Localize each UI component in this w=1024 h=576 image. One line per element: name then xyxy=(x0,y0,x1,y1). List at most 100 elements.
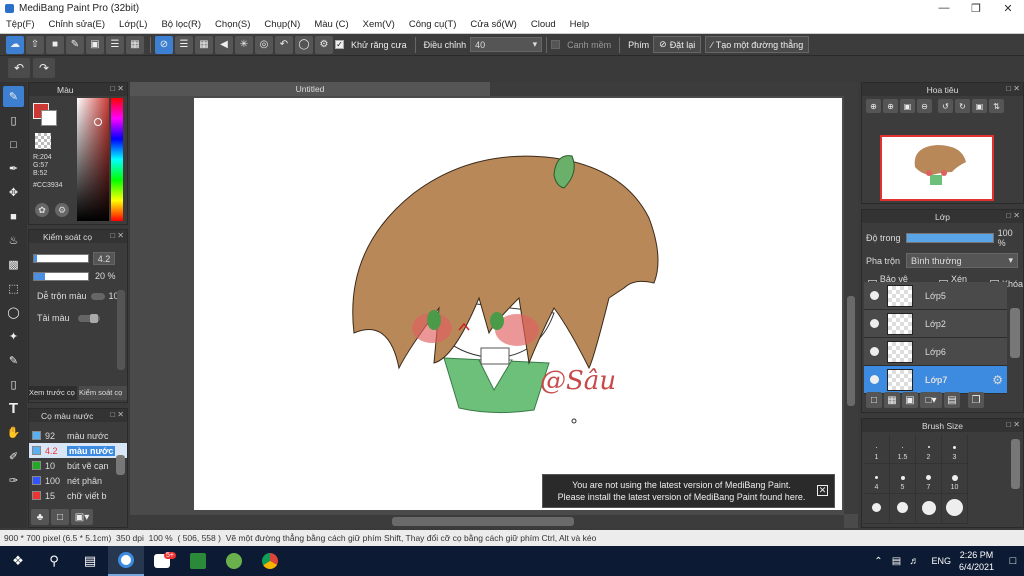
chevron-up-icon[interactable]: ⌃ xyxy=(869,546,887,576)
secondary-color-swatch[interactable] xyxy=(41,110,57,126)
color-saturation-picker[interactable] xyxy=(77,98,109,221)
network-icon[interactable]: ▤ xyxy=(887,546,905,576)
smooth-checkbox[interactable] xyxy=(551,40,561,49)
mix-slider[interactable] xyxy=(90,292,105,300)
menu-filter[interactable]: Bộ lọc(R) xyxy=(161,19,201,30)
language-indicator[interactable]: ENG xyxy=(931,556,951,566)
snap-settings-icon[interactable]: ⚙ xyxy=(315,35,333,54)
load-color-slider[interactable] xyxy=(77,313,100,323)
blend-select[interactable]: Bình thường ▾ xyxy=(906,253,1018,268)
navigator-preview[interactable] xyxy=(880,135,994,201)
menu-cloud[interactable]: Cloud xyxy=(531,19,556,30)
shape-tool-icon[interactable]: □ xyxy=(3,134,24,155)
save-icon[interactable]: ▣ xyxy=(86,35,104,54)
text-tool-icon[interactable]: T xyxy=(3,398,24,419)
brush-size-preset[interactable]: 1 xyxy=(864,434,890,464)
snap-grid-icon[interactable]: ▦ xyxy=(195,35,213,54)
fit-icon[interactable]: ▣ xyxy=(900,99,915,113)
gradient-tool-icon[interactable]: ▩ xyxy=(3,254,24,275)
medibang-app-icon[interactable] xyxy=(108,546,144,576)
drawing-canvas[interactable]: @Sâu xyxy=(194,98,842,510)
select-tool-icon[interactable]: ⬚ xyxy=(3,278,24,299)
grid-list-icon[interactable]: ▦ xyxy=(126,35,144,54)
brush-size-preset[interactable] xyxy=(916,494,942,524)
brush-menu-icon[interactable]: ▣▾ xyxy=(71,509,93,525)
brush-size-preset[interactable]: 2 xyxy=(916,434,942,464)
list-item[interactable]: 4.2 màu nước xyxy=(29,443,127,458)
list-item[interactable]: 15 chữ viết b xyxy=(29,488,127,503)
brush-size-preset[interactable]: 5 xyxy=(890,464,916,494)
eyedropper-tool-icon[interactable]: ✐ xyxy=(3,446,24,467)
menu-color[interactable]: Màu (C) xyxy=(314,19,348,30)
magic-wand-tool-icon[interactable]: ✦ xyxy=(3,326,24,347)
brush-size-preset[interactable] xyxy=(890,494,916,524)
brush-size-preset[interactable] xyxy=(942,494,968,524)
brush-size-preset[interactable]: 10 xyxy=(942,464,968,494)
update-notification[interactable]: You are not using the latest version of … xyxy=(542,474,835,508)
panel-controls-icon[interactable]: □ ✕ xyxy=(1006,84,1020,93)
menu-edit[interactable]: Chỉnh sửa(E) xyxy=(49,19,106,30)
folder-icon[interactable]: ▤ xyxy=(944,392,960,408)
fill-rect-tool-icon[interactable]: ■ xyxy=(3,206,24,227)
flip-icon[interactable]: ⇅ xyxy=(989,99,1004,113)
close-icon[interactable]: ✕ xyxy=(817,485,828,496)
duplicate-layer-icon[interactable]: ▣ xyxy=(902,392,918,408)
reset-view-icon[interactable]: ▣ xyxy=(972,99,987,113)
maximize-button[interactable]: ❐ xyxy=(960,0,992,16)
adjust-select[interactable]: 40 ▾ xyxy=(470,37,543,52)
brush-size-preset[interactable]: 7 xyxy=(916,464,942,494)
task-view-icon[interactable]: ▤ xyxy=(72,546,108,576)
hue-slider[interactable] xyxy=(111,98,123,221)
brush-control-scrollbar[interactable] xyxy=(117,290,125,370)
select-eraser-tool-icon[interactable]: ▯ xyxy=(3,374,24,395)
share-icon[interactable]: ⇧ xyxy=(26,35,44,54)
volume-icon[interactable]: ♬ xyxy=(905,546,923,576)
close-button[interactable]: ✕ xyxy=(992,0,1024,16)
snap-perspective-icon[interactable]: ◀ xyxy=(215,35,233,54)
menu-tools[interactable]: Công cụ(T) xyxy=(409,19,457,30)
list-item[interactable]: 100 nét phân xyxy=(29,473,127,488)
list-item[interactable]: 10 bút vẽ cạn xyxy=(29,458,127,473)
brush-size-slider[interactable] xyxy=(33,254,89,263)
canvas-horizontal-scrollbar[interactable] xyxy=(130,515,844,528)
add-layer-menu-icon[interactable]: □▾ xyxy=(920,392,942,408)
panel-controls-icon[interactable]: □ ✕ xyxy=(110,410,124,419)
eye-icon[interactable] xyxy=(870,347,879,356)
brush-size-value[interactable]: 4.2 xyxy=(93,252,115,265)
layer-row[interactable]: Lớp5 xyxy=(864,282,1007,310)
palette-icon[interactable]: ✿ xyxy=(35,203,49,217)
layer-list-icon[interactable]: ☰ xyxy=(106,35,124,54)
brush-list-scrollbar[interactable] xyxy=(116,455,125,475)
bucket-tool-icon[interactable]: ♨ xyxy=(3,230,24,251)
menu-help[interactable]: Help xyxy=(570,19,590,30)
pen-tool-icon[interactable]: ✑ xyxy=(3,470,24,491)
chrome-browser-icon[interactable] xyxy=(252,546,288,576)
snap-circle-icon[interactable]: ◎ xyxy=(255,35,273,54)
snap-parallel-icon[interactable]: ☰ xyxy=(175,35,193,54)
panel-controls-icon[interactable]: □ ✕ xyxy=(1006,211,1020,220)
brush-size-scrollbar[interactable] xyxy=(1011,439,1020,489)
clock[interactable]: 2:26 PM 6/4/2021 xyxy=(959,549,994,573)
cloud-icon[interactable]: ☁ xyxy=(6,35,24,54)
coccoc-browser-icon[interactable] xyxy=(216,546,252,576)
gear-icon[interactable]: ⚙ xyxy=(992,373,1003,387)
messenger-app-icon[interactable]: 5+ xyxy=(144,546,180,576)
snap-ellipse-icon[interactable]: ◯ xyxy=(295,35,313,54)
minimize-button[interactable]: — xyxy=(928,0,960,16)
notifications-icon[interactable]: □ xyxy=(1002,546,1024,576)
palette-settings-icon[interactable]: ⚙ xyxy=(55,203,69,217)
canvas-vertical-scrollbar[interactable] xyxy=(844,96,858,514)
layer-row[interactable]: Lớp2 xyxy=(864,310,1007,338)
layer-scrollbar[interactable] xyxy=(1010,308,1020,358)
hand-tool-icon[interactable]: ✋ xyxy=(3,422,24,443)
search-icon[interactable]: ⚲ xyxy=(36,546,72,576)
redo-icon[interactable]: ↷ xyxy=(33,58,55,78)
panel-controls-icon[interactable]: □ ✕ xyxy=(1006,420,1020,429)
new-brush-icon[interactable]: □ xyxy=(51,509,69,525)
snap-radial-icon[interactable]: ✳ xyxy=(235,35,253,54)
layer-opacity-slider[interactable] xyxy=(905,233,994,243)
list-item[interactable]: 92 màu nước xyxy=(29,428,127,443)
menu-view[interactable]: Xem(V) xyxy=(363,19,395,30)
transparent-swatch[interactable] xyxy=(35,133,51,149)
antialias-checkbox[interactable]: ✓ xyxy=(335,40,344,49)
